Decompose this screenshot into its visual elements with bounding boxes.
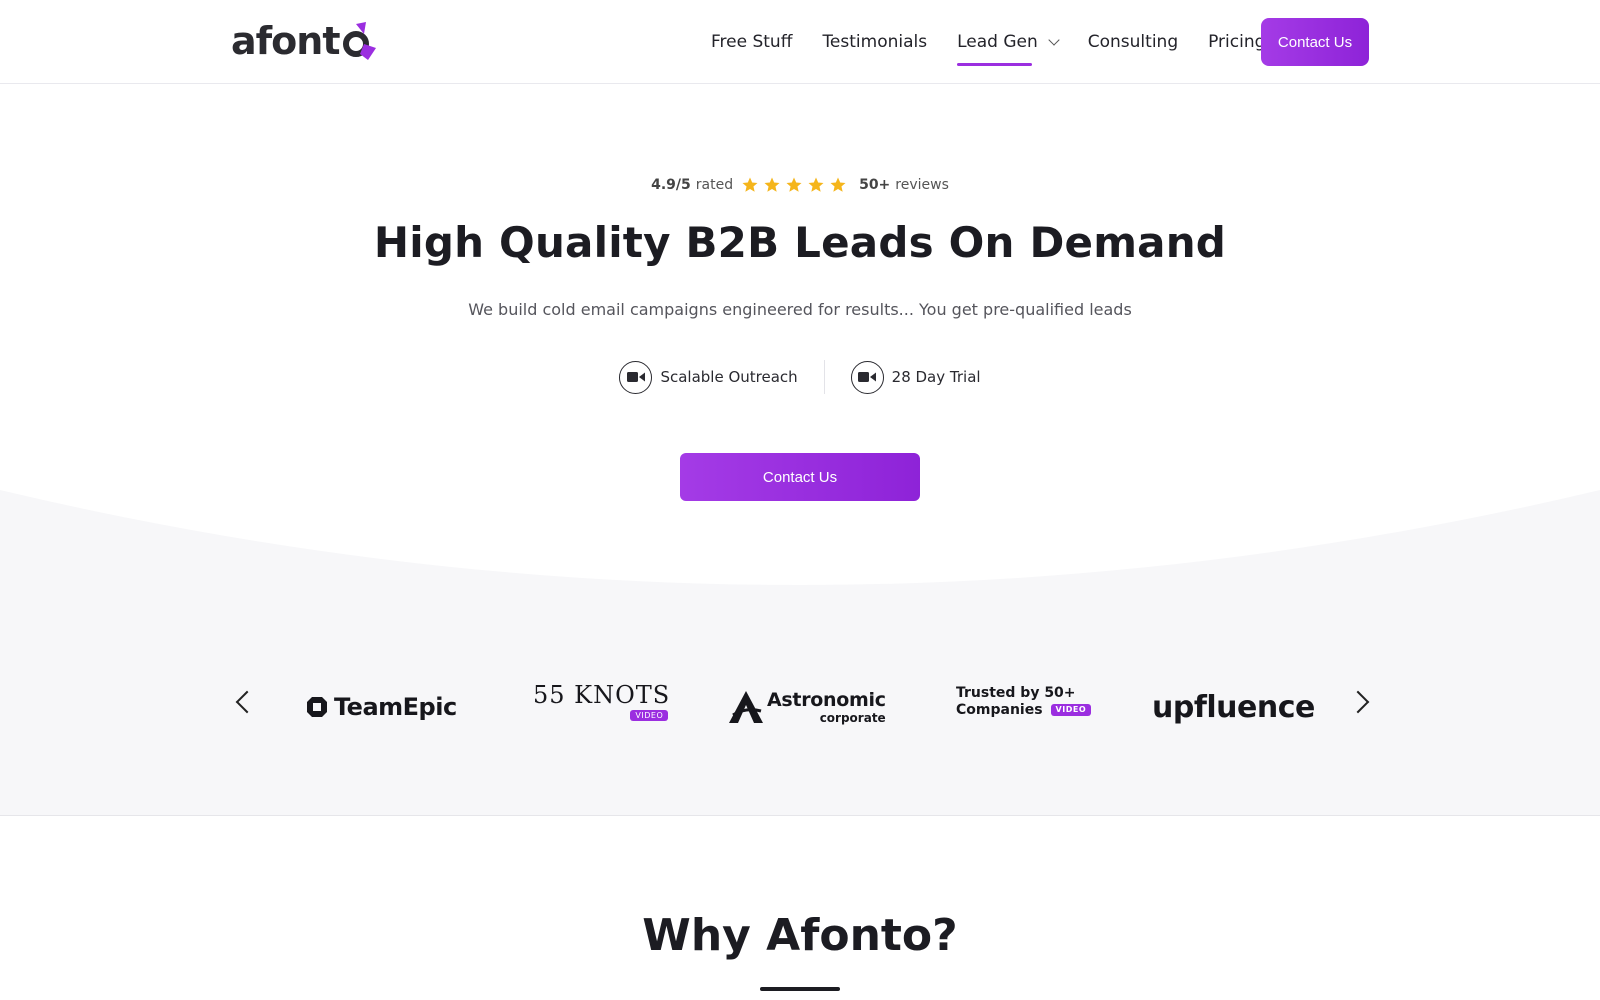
client-logo-astronomic: Astronomic corporate xyxy=(729,685,886,729)
client-logo-trusted: Trusted by 50+ Companies VIDEO xyxy=(956,685,1092,729)
why-title-underline xyxy=(760,987,840,991)
star-icon xyxy=(786,177,802,192)
hero-contact-button[interactable]: Contact Us xyxy=(680,453,920,501)
trusted-line-2: Companies VIDEO xyxy=(956,701,1092,719)
knots-text: 55 KNOTS xyxy=(533,681,671,709)
nav-pricing[interactable]: Pricing xyxy=(1208,0,1265,84)
trusted-line-2-text: Companies xyxy=(956,701,1043,718)
video-camera-icon xyxy=(619,360,653,394)
rating-row: 4.9/5 rated 50+ reviews xyxy=(0,176,1600,194)
rating-word: rated xyxy=(695,177,734,193)
astronomic-sub-text: corporate xyxy=(819,710,886,725)
header-contact-button[interactable]: Contact Us xyxy=(1261,18,1369,66)
nav-testimonials[interactable]: Testimonials xyxy=(822,0,927,84)
nav-pricing-label: Pricing xyxy=(1208,32,1266,52)
logo-mark-icon xyxy=(342,22,376,60)
feature-divider xyxy=(823,360,825,394)
astronomic-mark-icon xyxy=(729,691,763,723)
logo-text: afont xyxy=(231,19,340,63)
video-camera-icon xyxy=(850,360,884,394)
nav-testimonials-label: Testimonials xyxy=(822,32,928,52)
teamepic-text: TeamEpic xyxy=(334,693,457,721)
hero-features: Scalable Outreach 28 Day Trial xyxy=(0,360,1600,394)
client-logo-55-knots: 55 KNOTS VIDEO xyxy=(533,683,670,727)
rating-stars xyxy=(741,176,851,194)
trusted-line-1: Trusted by 50+ xyxy=(956,685,1076,701)
teamepic-mark-icon xyxy=(307,697,327,717)
client-logo-upfluence: upfluence xyxy=(1152,689,1315,725)
knots-video-badge: VIDEO xyxy=(630,710,669,721)
main-nav: Free Stuff Testimonials Lead Gen Consult… xyxy=(711,0,1295,84)
nav-consulting-label: Consulting xyxy=(1087,32,1179,52)
reviews-word: reviews xyxy=(895,177,949,193)
feature-scalable-outreach: Scalable Outreach xyxy=(619,360,798,394)
nav-active-underline xyxy=(957,63,1033,66)
site-header: afont Free Stuff Testimonials Lead Gen C… xyxy=(0,0,1600,84)
reviews-count: 50+ xyxy=(859,177,891,193)
nav-free-stuff[interactable]: Free Stuff xyxy=(711,0,792,84)
nav-consulting[interactable]: Consulting xyxy=(1088,0,1178,84)
feature-28-day-trial-label: 28 Day Trial xyxy=(891,368,981,386)
nav-lead-gen-label: Lead Gen xyxy=(957,32,1038,52)
star-icon xyxy=(742,177,758,192)
why-section-title: Why Afonto? xyxy=(642,910,958,961)
feature-28-day-trial: 28 Day Trial xyxy=(850,360,981,394)
rating-score: 4.9/5 xyxy=(651,177,691,193)
astronomic-main-text: Astronomic xyxy=(767,688,886,711)
client-logo-teamepic: TeamEpic xyxy=(306,685,457,729)
clients-band-background xyxy=(0,490,1600,816)
chevron-down-icon xyxy=(1048,33,1060,46)
star-icon xyxy=(830,177,846,192)
hero-subtitle: We build cold email campaigns engineered… xyxy=(468,300,1132,319)
nav-free-stuff-label: Free Stuff xyxy=(711,32,793,52)
star-icon xyxy=(808,177,824,192)
astronomic-words: Astronomic corporate xyxy=(767,688,886,725)
star-icon xyxy=(764,177,780,192)
feature-scalable-outreach-label: Scalable Outreach xyxy=(660,368,798,386)
band-divider xyxy=(0,815,1600,816)
trusted-video-badge: VIDEO xyxy=(1050,704,1092,716)
afonto-logo[interactable]: afont xyxy=(231,18,376,64)
nav-lead-gen[interactable]: Lead Gen xyxy=(957,0,1060,84)
hero-title: High Quality B2B Leads On Demand xyxy=(373,218,1227,267)
